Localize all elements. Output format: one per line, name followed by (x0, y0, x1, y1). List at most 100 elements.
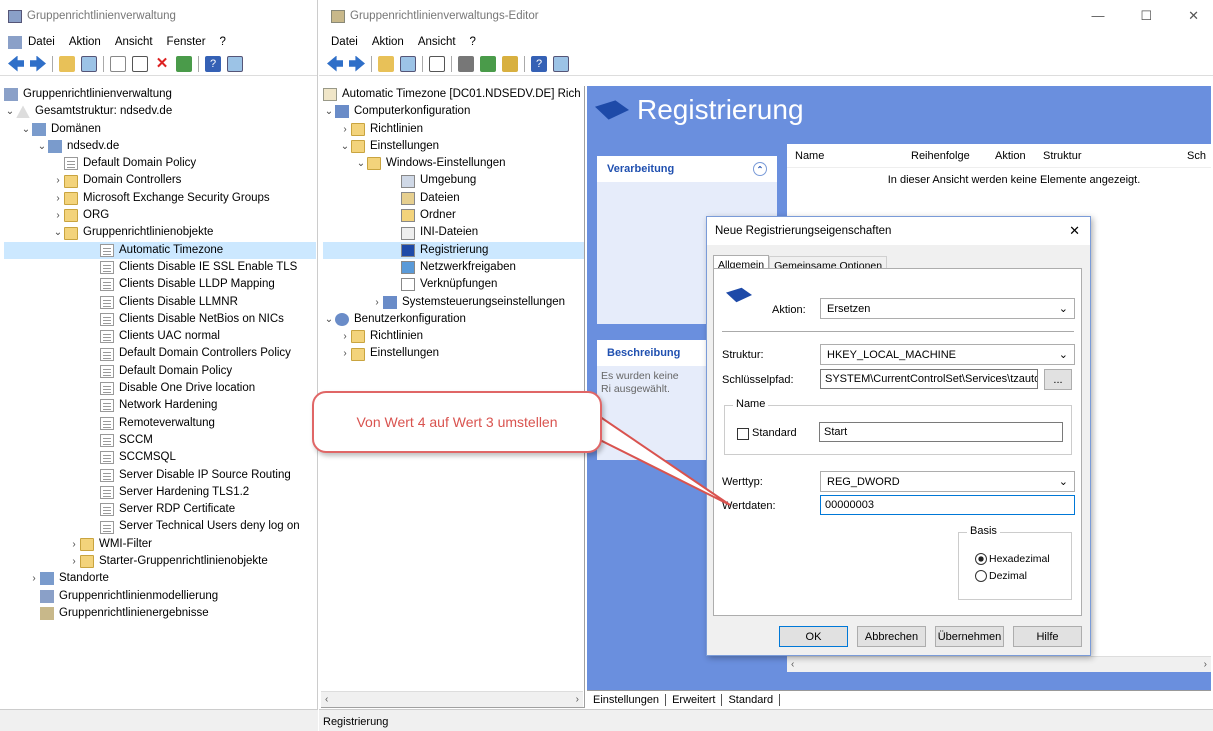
tree-gpo-item[interactable]: Clients Disable IE SSL Enable TLS (4, 259, 316, 276)
menu-datei[interactable]: Datei (28, 36, 55, 48)
chevron-down-icon[interactable]: ⌄ (323, 103, 335, 120)
tree-gpo-item[interactable]: Server Hardening TLS1.2 (4, 484, 316, 501)
tree-pref-item[interactable]: Umgebung (323, 172, 584, 189)
cancel-button[interactable]: Abbrechen (857, 626, 926, 647)
tree-gpo-item[interactable]: Server Disable IP Source Routing (4, 467, 316, 484)
tree-gpo-item[interactable]: Disable One Drive location (4, 380, 316, 397)
editor-menu-datei[interactable]: Datei (331, 36, 358, 48)
tree-pref-item[interactable]: Registrierung (323, 241, 584, 259)
tree-pref-item[interactable]: INI-Dateien (323, 224, 584, 241)
ok-button[interactable]: OK (779, 626, 848, 647)
col-order[interactable]: Reihenfolge (911, 150, 995, 162)
chevron-right-icon[interactable]: › (339, 121, 351, 138)
chevron-right-icon[interactable]: › (52, 207, 64, 224)
menu-aktion[interactable]: Aktion (69, 36, 101, 48)
chevron-right-icon[interactable]: › (28, 570, 40, 587)
tree-domain-controllers[interactable]: › Domain Controllers (4, 172, 316, 189)
tree-gpo-item[interactable]: SCCMSQL (4, 449, 316, 466)
tree-sites[interactable]: › Standorte (4, 570, 316, 587)
chevron-down-icon[interactable]: ⌄ (4, 103, 16, 120)
forward-arrow-icon[interactable] (349, 55, 365, 72)
chevron-right-icon[interactable]: › (339, 345, 351, 362)
tree-default-policy-link[interactable]: Default Domain Policy (4, 155, 316, 172)
forward-arrow-icon[interactable] (30, 55, 46, 72)
properties-icon[interactable] (227, 55, 243, 72)
tree-gpo-item[interactable]: Clients Disable LLDP Mapping (4, 276, 316, 293)
chevron-right-icon[interactable]: › (68, 553, 80, 570)
chevron-down-icon[interactable]: ⌄ (36, 138, 48, 155)
menu-fenster[interactable]: Fenster (167, 36, 206, 48)
back-arrow-icon[interactable] (327, 55, 343, 72)
menu-ansicht[interactable]: Ansicht (115, 36, 153, 48)
tree-gpo-root[interactable]: Automatic Timezone [DC01.NDSEDV.DE] Rich (323, 86, 584, 103)
tree-domain[interactable]: ⌄ ndsedv.de (4, 138, 316, 155)
apply-button[interactable]: Übernehmen (935, 626, 1004, 647)
tree-gpo-item[interactable]: Clients Disable LLMNR (4, 294, 316, 311)
print-icon[interactable] (458, 55, 474, 72)
chevron-down-icon[interactable]: ⌄ (20, 121, 32, 138)
editor-menu-ansicht[interactable]: Ansicht (418, 36, 456, 48)
hive-select[interactable]: HKEY_LOCAL_MACHINE ⌄ (820, 344, 1075, 365)
scroll-left-icon[interactable]: ‹ (325, 694, 328, 705)
tree-domains[interactable]: ⌄ Domänen (4, 121, 316, 138)
tree-starter[interactable]: › Starter-Gruppenrichtlinienobjekte (4, 553, 316, 570)
scroll-left-icon[interactable]: ‹ (791, 659, 794, 670)
properties-icon[interactable] (553, 55, 569, 72)
help-icon[interactable]: ? (531, 55, 547, 72)
tree-gpo-item[interactable]: Network Hardening (4, 397, 316, 414)
chevron-down-icon[interactable]: ⌄ (323, 311, 335, 328)
dec-radio[interactable] (975, 570, 987, 582)
tree-exchange[interactable]: › Microsoft Exchange Security Groups (4, 190, 316, 207)
tree-pref-item[interactable]: Ordner (323, 207, 584, 224)
type-select[interactable]: REG_DWORD ⌄ (820, 471, 1075, 492)
hex-radio[interactable] (975, 553, 987, 565)
help-button[interactable]: Hilfe (1013, 626, 1082, 647)
delete-icon[interactable]: ✕ (154, 55, 170, 72)
tree-pref-item[interactable]: Dateien (323, 190, 584, 207)
collapse-icon[interactable]: ⌃ (753, 162, 767, 176)
tree-wmi[interactable]: › WMI-Filter (4, 536, 316, 553)
chevron-right-icon[interactable]: › (68, 536, 80, 553)
col-hive[interactable]: Struktur (1043, 150, 1187, 162)
name-input[interactable]: Start (819, 422, 1063, 442)
show-tree-icon[interactable] (400, 55, 416, 72)
scroll-right-icon[interactable]: › (576, 694, 579, 705)
tree-user-config[interactable]: ⌄ Benutzerkonfiguration (323, 311, 584, 328)
paste-icon[interactable] (429, 55, 445, 72)
tree-root[interactable]: Gruppenrichtlinienverwaltung (4, 86, 316, 103)
refresh-icon[interactable] (480, 55, 496, 72)
editor-menu-help[interactable]: ? (470, 36, 476, 48)
copy-icon[interactable] (110, 55, 126, 72)
chevron-down-icon[interactable]: ⌄ (355, 155, 367, 172)
paste-icon[interactable] (132, 55, 148, 72)
tab-einstellungen[interactable]: Einstellungen (587, 694, 667, 706)
back-arrow-icon[interactable] (8, 55, 24, 72)
tree-computer-config[interactable]: ⌄ Computerkonfiguration (323, 103, 584, 120)
value-data-input[interactable]: 00000003 (820, 495, 1075, 515)
tree-user-policies[interactable]: › Richtlinien (323, 328, 584, 345)
chevron-down-icon[interactable]: ⌄ (52, 224, 64, 241)
col-sch[interactable]: Sch (1187, 150, 1209, 162)
tree-gpo-item[interactable]: SCCM (4, 432, 316, 449)
tree-pref-item[interactable]: Verknüpfungen (323, 276, 584, 293)
col-action[interactable]: Aktion (995, 150, 1043, 162)
editor-menu-aktion[interactable]: Aktion (372, 36, 404, 48)
tree-gpo-item[interactable]: Server Technical Users deny log on (4, 518, 316, 535)
tree-pref-item[interactable]: Netzwerkfreigaben (323, 259, 584, 276)
help-icon[interactable]: ? (205, 55, 221, 72)
tree-org[interactable]: › ORG (4, 207, 316, 224)
action-select[interactable]: Ersetzen ⌄ (820, 298, 1075, 319)
dialog-close-button[interactable]: ✕ (1069, 223, 1080, 239)
list-scrollbar[interactable]: ‹ › (787, 656, 1211, 672)
tree-policies[interactable]: › Richtlinien (323, 121, 584, 138)
chevron-right-icon[interactable]: › (52, 190, 64, 207)
refresh-icon[interactable] (176, 55, 192, 72)
chevron-down-icon[interactable]: ⌄ (339, 138, 351, 155)
tree-forest[interactable]: ⌄ Gesamtstruktur: ndsedv.de (4, 103, 316, 120)
close-button[interactable]: ✕ (1188, 8, 1199, 24)
col-name[interactable]: Name (787, 150, 911, 162)
tree-results[interactable]: Gruppenrichtlinienergebnisse (4, 605, 316, 622)
tree-gpo-item[interactable]: Automatic Timezone (4, 241, 316, 259)
up-folder-icon[interactable] (378, 55, 394, 72)
menu-help[interactable]: ? (220, 36, 226, 48)
